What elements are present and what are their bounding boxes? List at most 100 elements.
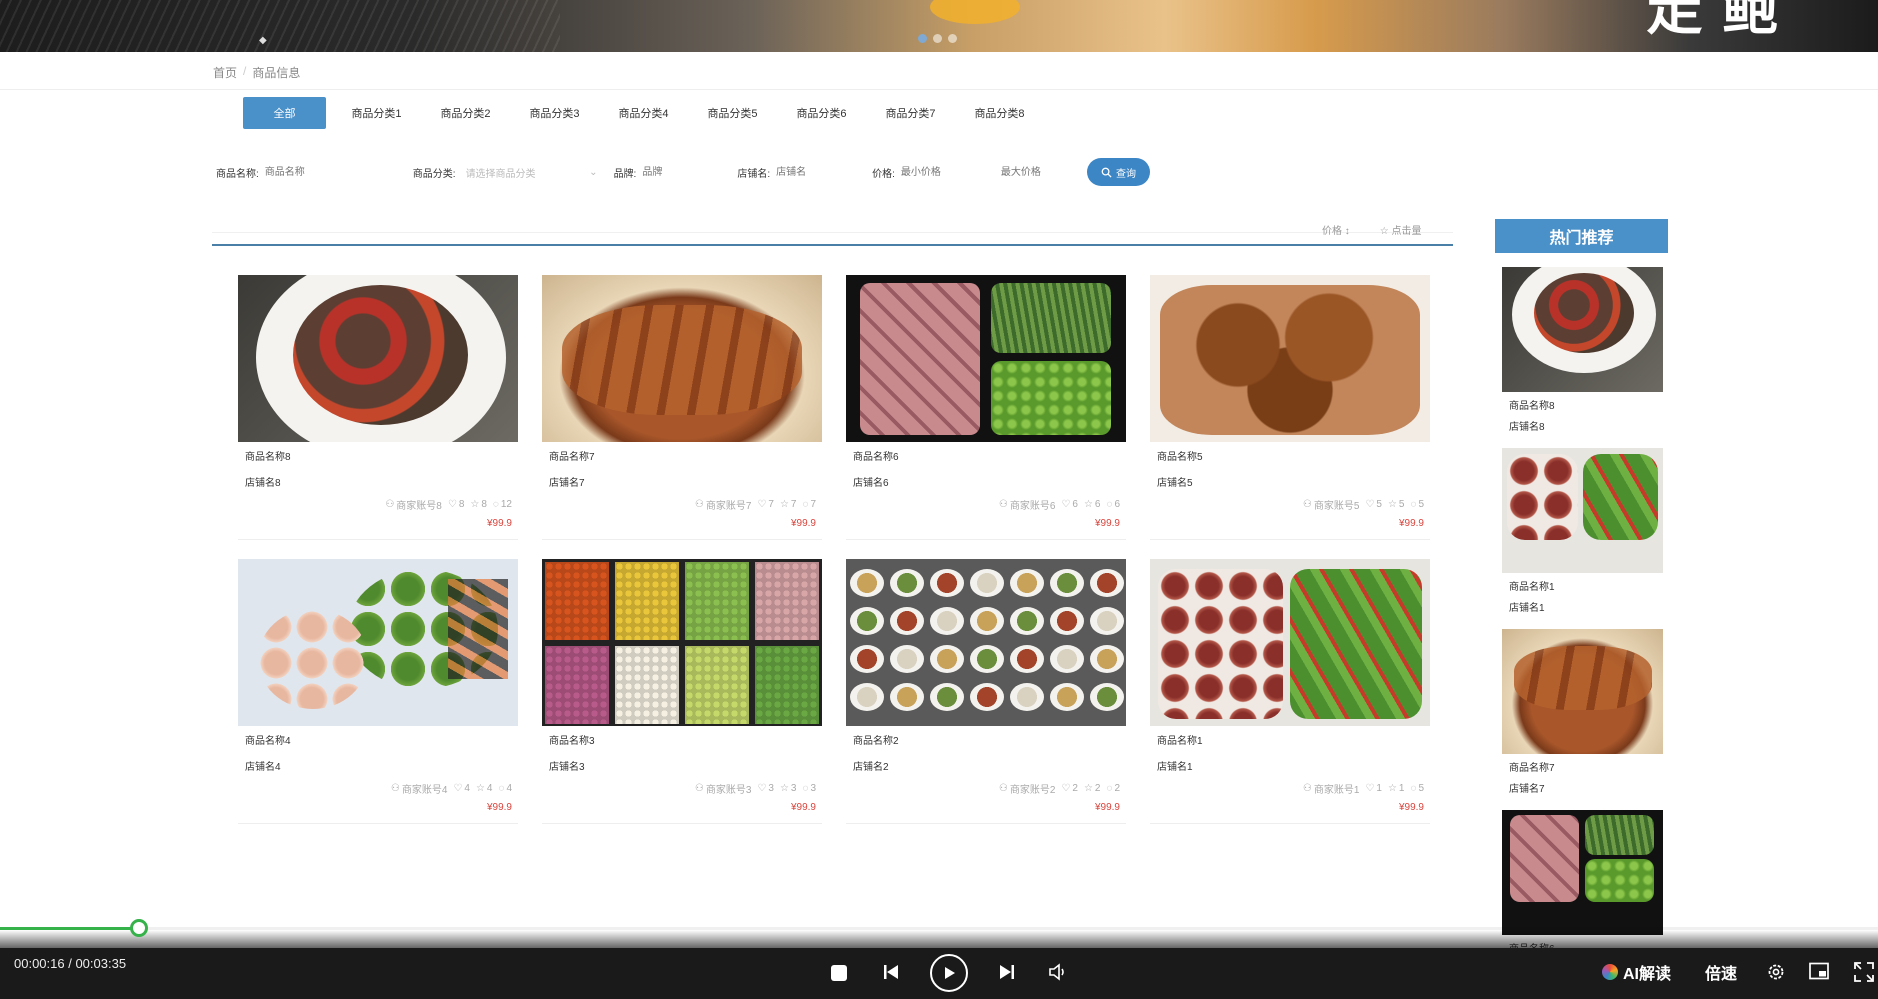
view-count: ◌ 3 [802, 783, 816, 794]
product-name[interactable]: 商品名称7 [549, 448, 595, 463]
search-button-label: 查询 [1116, 168, 1136, 180]
next-button[interactable] [998, 963, 1016, 981]
thumbs-up-icon: ♡ [1061, 499, 1071, 510]
stop-button[interactable] [831, 965, 847, 981]
carousel-dot-2[interactable] [933, 34, 942, 43]
product-name[interactable]: 商品名称6 [853, 448, 899, 463]
brand-input[interactable] [642, 162, 731, 182]
fullscreen-button[interactable] [1854, 962, 1874, 982]
carousel-dot-3[interactable] [948, 34, 957, 43]
product-name[interactable]: 商品名称2 [853, 732, 899, 747]
tab-category-6[interactable]: 商品分类6 [777, 97, 866, 129]
tab-category-4[interactable]: 商品分类4 [599, 97, 688, 129]
user-icon: ⚇ [998, 499, 1008, 510]
favorite-count-value: 5 [1398, 499, 1405, 510]
tab-category-5[interactable]: 商品分类5 [688, 97, 777, 129]
buffet-image[interactable] [846, 559, 1126, 726]
hot-item[interactable]: 商品名称1 店铺名1 [1502, 448, 1663, 629]
chicken-feet-image[interactable] [542, 275, 822, 442]
merchant-account: ⚇ 商家账号8 [385, 497, 442, 512]
breadcrumb-home[interactable]: 首页 [213, 64, 237, 81]
price-min-input[interactable] [900, 162, 1001, 182]
like-count: ♡ 7 [757, 499, 774, 510]
eye-icon: ◌ [802, 499, 809, 510]
like-count-value: 4 [464, 783, 470, 794]
product-card[interactable]: 商品名称6 店铺名6 ⚇ 商家账号6 ♡ 6 ☆ 6 ◌ 6 ¥99.9 [846, 275, 1126, 540]
settings-button[interactable] [1766, 962, 1786, 982]
like-count-value: 1 [1376, 783, 1382, 794]
sort-clicks[interactable]: ☆ 点击量 [1380, 222, 1422, 237]
sort-price[interactable]: 价格 ↕ [1322, 222, 1350, 237]
gizzard-peas-image[interactable] [1502, 448, 1663, 573]
hot-item[interactable]: 商品名称8 店铺名8 [1502, 267, 1663, 448]
product-name[interactable]: 商品名称1 [1157, 732, 1203, 747]
shop-input[interactable] [776, 162, 873, 182]
gizzard-peas-image[interactable] [1150, 559, 1430, 726]
favorite-count: ☆ 4 [476, 783, 493, 794]
product-card[interactable]: 商品名称8 店铺名8 ⚇ 商家账号8 ♡ 8 ☆ 8 ◌ 12 ¥99.9 [238, 275, 518, 540]
pepper-beef-image[interactable] [238, 275, 518, 442]
product-name-input[interactable] [264, 162, 353, 182]
picture-in-picture-button[interactable] [1809, 962, 1829, 980]
tab-category-2[interactable]: 商品分类2 [421, 97, 510, 129]
tab-category-3[interactable]: 商品分类3 [510, 97, 599, 129]
hot-item-shop: 店铺名7 [1509, 784, 1545, 795]
like-count: ♡ 3 [757, 783, 774, 794]
merchant-account-value: 商家账号4 [401, 785, 448, 796]
thumbs-up-icon: ♡ [757, 499, 767, 510]
product-card[interactable]: 商品名称7 店铺名7 ⚇ 商家账号7 ♡ 7 ☆ 7 ◌ 7 ¥99.9 [542, 275, 822, 540]
veg-trays-image[interactable] [542, 559, 822, 726]
divider [0, 89, 1878, 90]
play-button[interactable] [930, 954, 968, 992]
hot-item-name[interactable]: 商品名称8 [1509, 397, 1555, 412]
eye-icon: ◌ [498, 783, 505, 794]
star-icon: ☆ [1083, 499, 1093, 510]
hot-item-name[interactable]: 商品名称1 [1509, 578, 1555, 593]
product-price: ¥99.9 [486, 802, 512, 813]
product-card[interactable]: 商品名称4 店铺名4 ⚇ 商家账号4 ♡ 4 ☆ 4 ◌ 4 ¥99.9 [238, 559, 518, 824]
category-select[interactable]: 请选择商品分类 ⌄ [466, 165, 598, 180]
price-max-input[interactable] [1000, 162, 1081, 182]
progress-track[interactable] [0, 927, 1878, 930]
product-card[interactable]: 商品名称5 店铺名5 ⚇ 商家账号5 ♡ 5 ☆ 5 ◌ 5 ¥99.9 [1150, 275, 1430, 540]
hot-item-name[interactable]: 商品名称7 [1509, 759, 1555, 774]
like-count-value: 8 [458, 499, 465, 510]
hot-item[interactable]: 商品名称7 店铺名7 [1502, 629, 1663, 810]
tab-category-8[interactable]: 商品分类8 [955, 97, 1044, 129]
brand-label: 品牌: [613, 168, 637, 180]
chicken-feet-image[interactable] [1502, 629, 1663, 754]
tab-all[interactable]: 全部 [243, 97, 326, 129]
pepper-beef-image[interactable] [1502, 267, 1663, 392]
ribs-image[interactable] [1150, 275, 1430, 442]
meat-box-image[interactable] [1502, 810, 1663, 935]
carousel-dot-1[interactable] [918, 34, 927, 43]
player-shade [0, 930, 1878, 948]
product-name[interactable]: 商品名称8 [245, 448, 291, 463]
carousel-dots[interactable] [918, 34, 957, 43]
merchant-account-value: 商家账号8 [396, 501, 442, 512]
product-name[interactable]: 商品名称5 [1157, 448, 1203, 463]
product-price: ¥99.9 [486, 518, 512, 529]
like-count: ♡ 6 [1061, 499, 1078, 510]
product-card[interactable]: 商品名称3 店铺名3 ⚇ 商家账号3 ♡ 3 ☆ 3 ◌ 3 ¥99.9 [542, 559, 822, 824]
merchant-account: ⚇ 商家账号7 [695, 497, 752, 512]
view-count-value: 12 [500, 499, 512, 510]
product-name[interactable]: 商品名称3 [549, 732, 595, 747]
shrimp-broccoli-image[interactable] [238, 559, 518, 726]
progress-handle[interactable] [129, 919, 148, 937]
product-card[interactable]: 商品名称2 店铺名2 ⚇ 商家账号2 ♡ 2 ☆ 2 ◌ 2 ¥99.9 [846, 559, 1126, 824]
top-banner[interactable]: ◆ 走 鲍 [0, 0, 1878, 52]
previous-button[interactable] [882, 963, 900, 981]
like-count: ♡ 1 [1365, 783, 1382, 794]
volume-button[interactable] [1048, 963, 1068, 981]
product-name[interactable]: 商品名称4 [245, 732, 291, 747]
search-button[interactable]: 查询 [1087, 158, 1150, 186]
tab-category-1[interactable]: 商品分类1 [332, 97, 421, 129]
price-label: 价格: [872, 168, 895, 180]
star-icon: ☆ [470, 499, 480, 510]
tab-category-7[interactable]: 商品分类7 [866, 97, 955, 129]
product-card[interactable]: 商品名称1 店铺名1 ⚇ 商家账号1 ♡ 1 ☆ 1 ◌ 5 ¥99.9 [1150, 559, 1430, 824]
ai-interpret-button[interactable]: AI解读 [1602, 960, 1671, 984]
speed-button[interactable]: 倍速 [1705, 960, 1737, 984]
meat-box-image[interactable] [846, 275, 1126, 442]
